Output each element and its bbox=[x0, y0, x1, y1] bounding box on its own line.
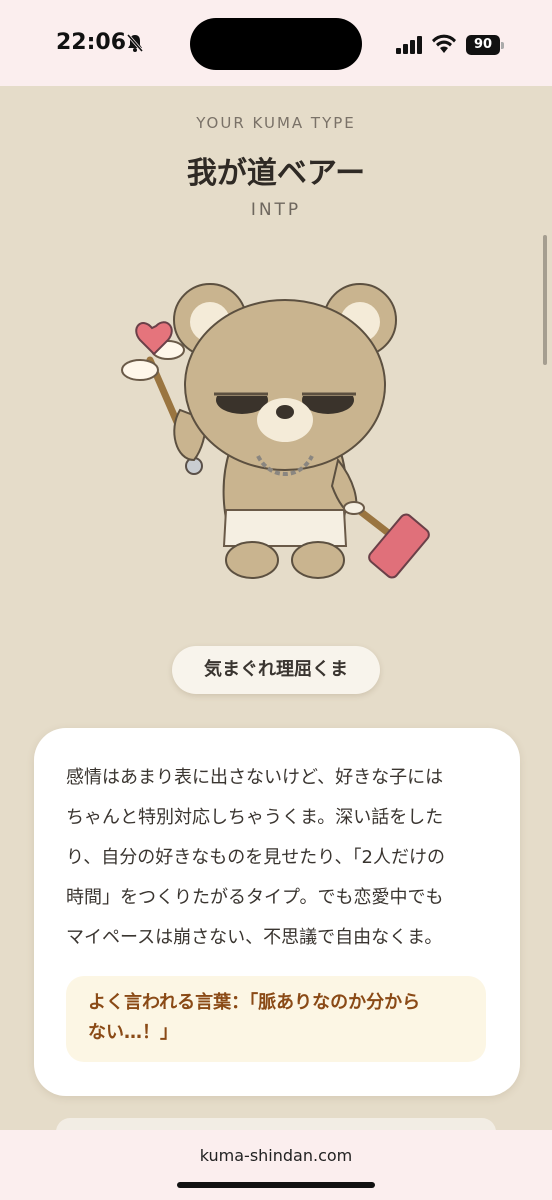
signal-icon bbox=[396, 36, 422, 54]
description-text: 感情はあまり表に出さないけど、好きな子には ちゃんと特別対応しちゃうくま。深い話… bbox=[66, 767, 446, 948]
status-bar: 22:06 90 bbox=[0, 0, 552, 86]
bear-illustration bbox=[121, 283, 430, 579]
scrollbar[interactable] bbox=[543, 235, 547, 365]
bell-muted-icon bbox=[126, 34, 144, 52]
description-card: 感情はあまり表に出さないけど、好きな子には ちゃんと特別対応しちゃうくま。深い話… bbox=[34, 728, 520, 1096]
mbti-label: INTP bbox=[250, 200, 302, 220]
dynamic-island bbox=[190, 18, 362, 70]
url-text[interactable]: kuma-shindan.com bbox=[0, 1146, 552, 1165]
battery-icon: 90 bbox=[466, 35, 506, 55]
type-title: 我が道ベアー bbox=[186, 156, 366, 191]
battery-level: 90 bbox=[466, 35, 500, 55]
browser-url-bar[interactable]: kuma-shindan.com bbox=[0, 1130, 552, 1200]
status-time: 22:06 bbox=[56, 30, 127, 55]
quote-box: よく言われる言葉：「脈ありなのか分から ない…！」 bbox=[66, 976, 486, 1062]
type-eyebrow: YOUR KUMA TYPE bbox=[196, 114, 356, 132]
nickname-badge: 気まぐれ理屈くま bbox=[172, 646, 380, 694]
wifi-icon bbox=[432, 34, 456, 53]
home-indicator[interactable] bbox=[177, 1182, 375, 1188]
